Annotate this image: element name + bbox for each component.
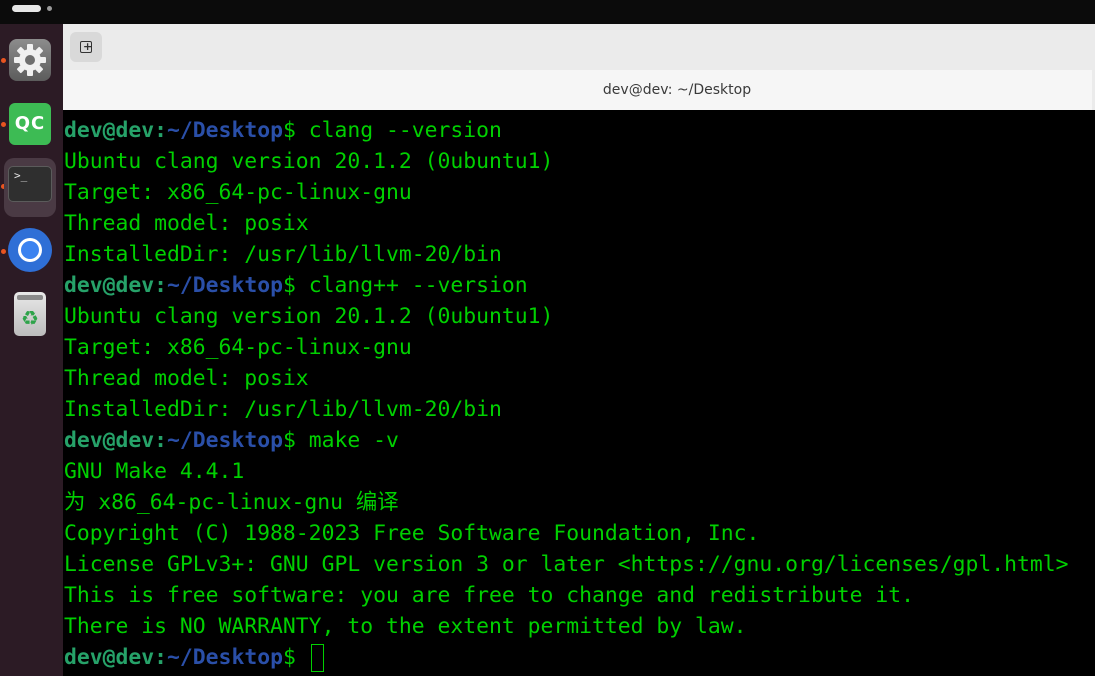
dock-item-terminal[interactable]: >_ bbox=[4, 158, 56, 217]
command-text: clang++ --version bbox=[295, 273, 528, 298]
top-bar bbox=[0, 0, 1095, 24]
window-title: dev@dev: ~/Desktop bbox=[602, 82, 752, 98]
prompt-line: dev@dev:~/Desktop$ make -v bbox=[64, 425, 399, 456]
prompt-path: ~/Desktop bbox=[167, 428, 283, 453]
qt-creator-icon: QC bbox=[9, 103, 51, 145]
trash-icon: ♻ bbox=[14, 292, 46, 336]
output-line: This is free software: you are free to c… bbox=[64, 583, 914, 608]
gear-icon bbox=[9, 39, 51, 81]
prompt-path: ~/Desktop bbox=[167, 273, 283, 298]
output-line: Ubuntu clang version 20.1.2 (0ubuntu1) bbox=[64, 304, 554, 329]
dock: QC >_ ♻ bbox=[0, 24, 63, 676]
output-line: InstalledDir: /usr/lib/llvm-20/bin bbox=[64, 397, 502, 422]
command-text bbox=[296, 645, 309, 670]
prompt-colon: : bbox=[154, 273, 168, 298]
recycle-icon: ♻ bbox=[21, 306, 39, 330]
new-tab-button[interactable]: + bbox=[70, 32, 102, 62]
output-line: Thread model: posix bbox=[64, 211, 309, 236]
chromium-icon bbox=[7, 227, 53, 277]
dock-item-chromium[interactable] bbox=[4, 224, 56, 276]
output-line: 为 x86_64-pc-linux-gnu 编译 bbox=[64, 490, 399, 515]
prompt-path: ~/Desktop bbox=[167, 645, 283, 670]
prompt-colon: : bbox=[154, 428, 168, 453]
dock-item-settings[interactable] bbox=[4, 34, 56, 86]
title-strip: dev@dev: ~/Desktop bbox=[63, 70, 1092, 110]
workspace-indicator[interactable] bbox=[47, 6, 52, 11]
output-line: GNU Make 4.4.1 bbox=[64, 459, 245, 484]
window-header: + dev@dev: ~/Desktop bbox=[63, 24, 1095, 110]
output-line: Thread model: posix bbox=[64, 366, 309, 391]
prompt-colon: : bbox=[154, 645, 168, 670]
terminal-icon: >_ bbox=[8, 166, 52, 202]
terminal-output[interactable]: dev@dev:~/Desktop$ clang --version Ubuntu… bbox=[63, 110, 1095, 676]
output-line: Target: x86_64-pc-linux-gnu bbox=[64, 180, 412, 205]
dock-item-qt-creator[interactable]: QC bbox=[4, 98, 56, 150]
prompt-user: dev@dev bbox=[64, 273, 155, 298]
prompt-colon: : bbox=[154, 118, 168, 143]
output-line: InstalledDir: /usr/lib/llvm-20/bin bbox=[64, 242, 502, 267]
prompt-line: dev@dev:~/Desktop$ clang --version bbox=[64, 115, 502, 146]
prompt-symbol: $ bbox=[282, 645, 296, 670]
prompt-line: dev@dev:~/Desktop$ clang++ --version bbox=[64, 270, 528, 301]
text-cursor[interactable] bbox=[310, 644, 324, 672]
prompt-line: dev@dev:~/Desktop$ bbox=[64, 642, 324, 673]
output-line: License GPLv3+: GNU GPL version 3 or lat… bbox=[64, 552, 1069, 577]
prompt-symbol: $ bbox=[282, 428, 296, 453]
trash-lid bbox=[17, 295, 43, 300]
command-text: clang --version bbox=[295, 118, 502, 143]
prompt-user: dev@dev bbox=[64, 428, 155, 453]
prompt-user: dev@dev bbox=[64, 118, 155, 143]
output-line: Copyright (C) 1988-2023 Free Software Fo… bbox=[64, 521, 760, 546]
output-line: There is NO WARRANTY, to the extent perm… bbox=[64, 614, 747, 639]
prompt-path: ~/Desktop bbox=[167, 118, 283, 143]
output-line: Target: x86_64-pc-linux-gnu bbox=[64, 335, 412, 360]
prompt-symbol: $ bbox=[282, 118, 296, 143]
prompt-symbol: $ bbox=[282, 273, 296, 298]
prompt-user: dev@dev bbox=[64, 645, 155, 670]
output-line: Ubuntu clang version 20.1.2 (0ubuntu1) bbox=[64, 149, 554, 174]
dock-item-trash[interactable]: ♻ bbox=[4, 288, 56, 340]
command-text: make -v bbox=[295, 428, 399, 453]
workspace-indicator-active[interactable] bbox=[12, 5, 41, 12]
